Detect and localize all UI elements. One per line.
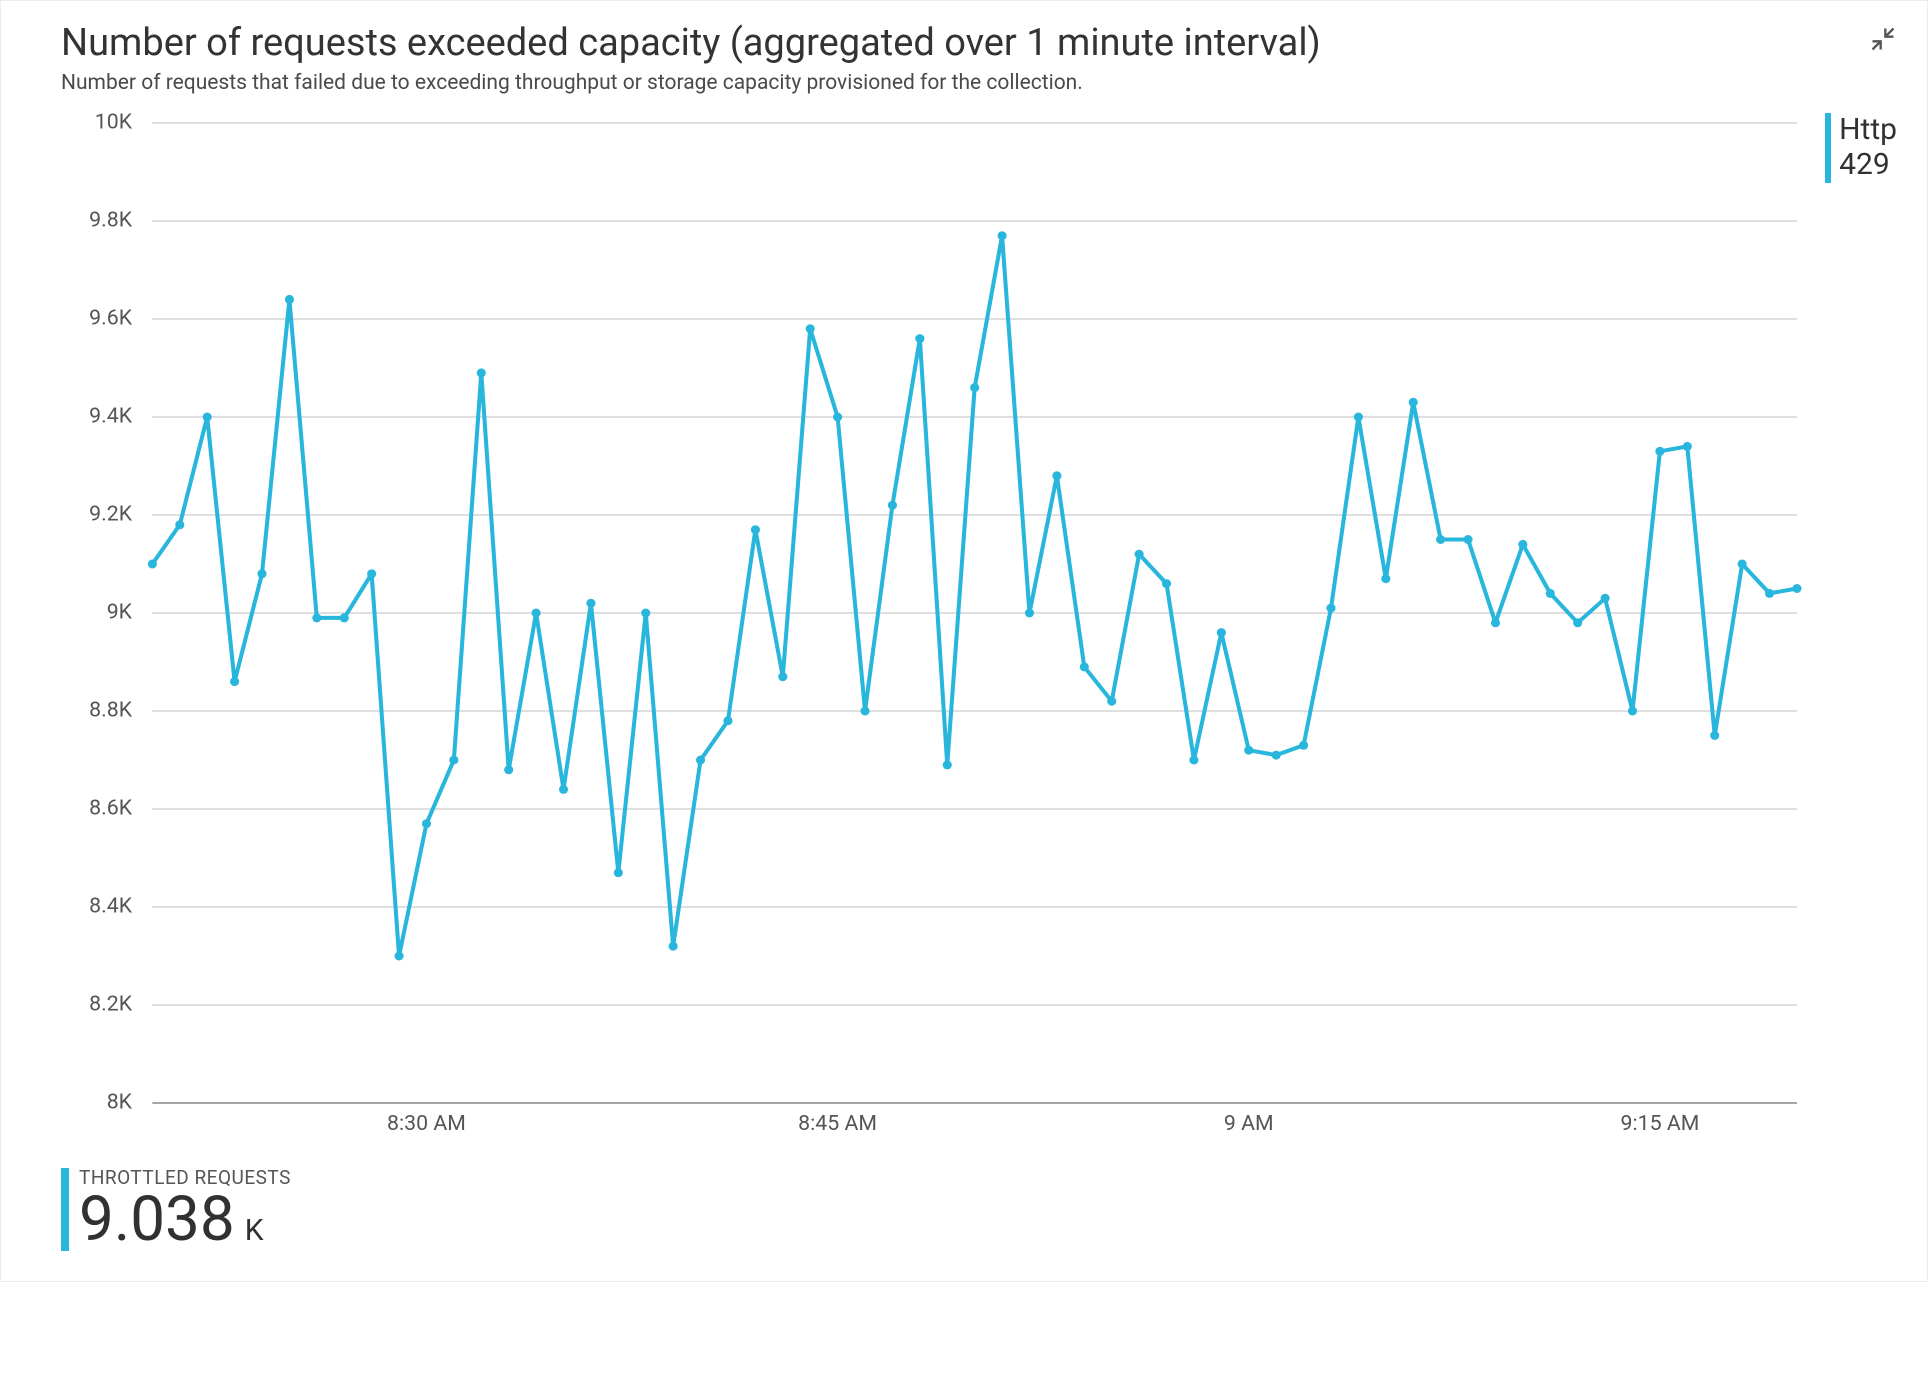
legend-color-bar: [1825, 113, 1831, 183]
legend-line1: Http: [1839, 113, 1897, 148]
svg-text:8:30 AM: 8:30 AM: [387, 1111, 466, 1136]
metric-unit: K: [245, 1213, 264, 1248]
chart-subtitle: Number of requests that failed due to ex…: [61, 71, 1897, 95]
svg-text:9.4K: 9.4K: [89, 404, 133, 429]
svg-text:8.8K: 8.8K: [89, 698, 133, 723]
svg-text:9.2K: 9.2K: [89, 502, 133, 527]
svg-text:8K: 8K: [107, 1090, 133, 1115]
svg-text:9.8K: 9.8K: [89, 208, 133, 233]
svg-text:8.4K: 8.4K: [89, 894, 133, 919]
legend-label: Http 429: [1839, 113, 1897, 182]
svg-text:9.6K: 9.6K: [89, 306, 133, 331]
legend: Http 429: [1807, 113, 1897, 183]
chart-title: Number of requests exceeded capacity (ag…: [61, 21, 1897, 65]
summary-metric: THROTTLED REQUESTS 9.038 K: [61, 1168, 1897, 1251]
metric-value: 9.038: [79, 1189, 235, 1251]
chart-plot[interactable]: 8K 8.2K 8.4K 8.6K 8.8K 9K 9.2K 9.4K 9.6K 9.8K 10K 8…: [61, 113, 1807, 1158]
chart-card: Number of requests exceeded capacity (ag…: [0, 0, 1928, 1282]
legend-line2: 429: [1839, 148, 1897, 183]
svg-text:8.6K: 8.6K: [89, 796, 133, 821]
svg-text:10K: 10K: [95, 113, 133, 135]
collapse-icon[interactable]: [1869, 25, 1897, 53]
svg-text:9K: 9K: [107, 600, 133, 625]
svg-text:9:15 AM: 9:15 AM: [1620, 1111, 1699, 1136]
svg-text:8:45 AM: 8:45 AM: [798, 1111, 877, 1136]
metric-color-bar: [61, 1168, 69, 1251]
svg-text:9 AM: 9 AM: [1224, 1111, 1274, 1136]
svg-text:8.2K: 8.2K: [89, 992, 133, 1017]
